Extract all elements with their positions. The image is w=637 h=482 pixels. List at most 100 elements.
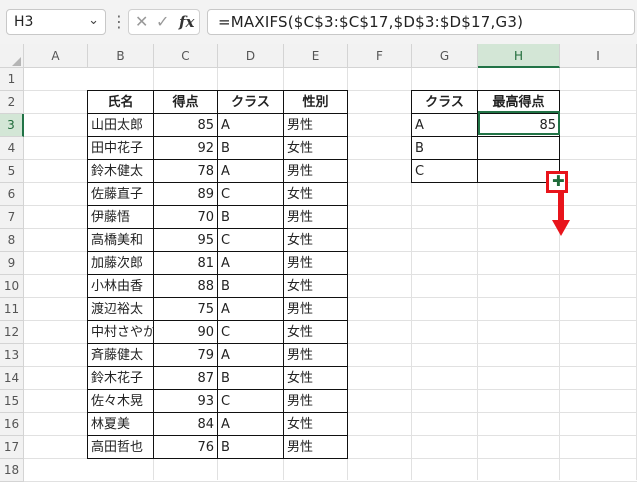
table-cell[interactable]: 女性: [283, 182, 348, 206]
enter-icon[interactable]: ✓: [156, 12, 169, 31]
table-cell[interactable]: B: [217, 274, 284, 298]
fill-handle-highlight[interactable]: ✚: [546, 171, 568, 193]
row-header-5[interactable]: 5: [0, 160, 24, 183]
table-cell[interactable]: 85: [153, 113, 218, 137]
table-header-cell[interactable]: 氏名: [87, 90, 154, 114]
row-header-10[interactable]: 10: [0, 275, 24, 298]
table-cell[interactable]: 81: [153, 251, 218, 275]
table-cell[interactable]: A: [217, 159, 284, 183]
column-header-e[interactable]: E: [284, 44, 348, 68]
table-cell[interactable]: 92: [153, 136, 218, 160]
table-cell[interactable]: C: [217, 389, 284, 413]
column-header-c[interactable]: C: [154, 44, 218, 68]
table-cell[interactable]: 佐々木晃: [87, 389, 154, 413]
table-cell[interactable]: A: [217, 251, 284, 275]
table-cell[interactable]: 76: [153, 435, 218, 459]
more-options-icon[interactable]: ⋮: [111, 12, 127, 32]
table-cell[interactable]: 加藤次郎: [87, 251, 154, 275]
table-cell[interactable]: A: [217, 412, 284, 436]
table-cell[interactable]: 鈴木健太: [87, 159, 154, 183]
table-cell[interactable]: 84: [153, 412, 218, 436]
table-cell[interactable]: 男性: [283, 159, 348, 183]
table-cell[interactable]: 男性: [283, 205, 348, 229]
table-cell[interactable]: 75: [153, 297, 218, 321]
table-cell[interactable]: 小林由香: [87, 274, 154, 298]
table-cell[interactable]: 89: [153, 182, 218, 206]
table-cell[interactable]: 90: [153, 320, 218, 344]
table-cell[interactable]: 79: [153, 343, 218, 367]
summary-cell[interactable]: [477, 136, 560, 160]
column-header-g[interactable]: G: [412, 44, 478, 68]
table-cell[interactable]: 87: [153, 366, 218, 390]
row-header-14[interactable]: 14: [0, 367, 24, 390]
table-cell[interactable]: 田中花子: [87, 136, 154, 160]
row-header-13[interactable]: 13: [0, 344, 24, 367]
row-header-3[interactable]: 3: [0, 114, 24, 137]
table-cell[interactable]: B: [217, 205, 284, 229]
row-header-17[interactable]: 17: [0, 436, 24, 459]
summary-cell[interactable]: B: [411, 136, 478, 160]
table-cell[interactable]: A: [217, 343, 284, 367]
table-cell[interactable]: 女性: [283, 228, 348, 252]
chevron-down-icon[interactable]: ⌄: [88, 13, 99, 28]
table-header-cell[interactable]: 性別: [283, 90, 348, 114]
row-header-8[interactable]: 8: [0, 229, 24, 252]
row-header-7[interactable]: 7: [0, 206, 24, 229]
column-header-f[interactable]: F: [348, 44, 412, 68]
summary-cell[interactable]: C: [411, 159, 478, 183]
table-cell[interactable]: 山田太郎: [87, 113, 154, 137]
table-cell[interactable]: 高橋美和: [87, 228, 154, 252]
table-cell[interactable]: 男性: [283, 343, 348, 367]
table-cell[interactable]: 女性: [283, 320, 348, 344]
column-header-b[interactable]: B: [88, 44, 154, 68]
table-cell[interactable]: 斉藤健太: [87, 343, 154, 367]
table-cell[interactable]: C: [217, 228, 284, 252]
table-cell[interactable]: C: [217, 182, 284, 206]
row-header-6[interactable]: 6: [0, 183, 24, 206]
table-cell[interactable]: 88: [153, 274, 218, 298]
table-cell[interactable]: 70: [153, 205, 218, 229]
insert-function-icon[interactable]: fx: [179, 13, 194, 31]
table-cell[interactable]: A: [217, 113, 284, 137]
table-header-cell[interactable]: 得点: [153, 90, 218, 114]
row-header-4[interactable]: 4: [0, 137, 24, 160]
row-header-18[interactable]: 18: [0, 459, 24, 482]
table-cell[interactable]: 女性: [283, 366, 348, 390]
table-cell[interactable]: 女性: [283, 136, 348, 160]
row-header-9[interactable]: 9: [0, 252, 24, 275]
table-cell[interactable]: 鈴木花子: [87, 366, 154, 390]
table-cell[interactable]: 男性: [283, 435, 348, 459]
select-all-corner[interactable]: [0, 44, 24, 68]
row-header-15[interactable]: 15: [0, 390, 24, 413]
column-header-a[interactable]: A: [24, 44, 88, 68]
column-header-d[interactable]: D: [218, 44, 284, 68]
fill-handle-icon[interactable]: ✚: [552, 172, 565, 190]
cancel-icon[interactable]: ✕: [135, 12, 148, 31]
table-cell[interactable]: 93: [153, 389, 218, 413]
table-cell[interactable]: 高田哲也: [87, 435, 154, 459]
table-cell[interactable]: B: [217, 435, 284, 459]
row-header-16[interactable]: 16: [0, 413, 24, 436]
table-cell[interactable]: 佐藤直子: [87, 182, 154, 206]
table-cell[interactable]: 男性: [283, 113, 348, 137]
row-header-2[interactable]: 2: [0, 91, 24, 114]
table-cell[interactable]: 中村さやか: [87, 320, 154, 344]
table-cell[interactable]: 男性: [283, 251, 348, 275]
summary-header-cell[interactable]: クラス: [411, 90, 478, 114]
table-cell[interactable]: 95: [153, 228, 218, 252]
table-cell[interactable]: 男性: [283, 297, 348, 321]
table-header-cell[interactable]: クラス: [217, 90, 284, 114]
table-cell[interactable]: 男性: [283, 389, 348, 413]
table-cell[interactable]: 林夏美: [87, 412, 154, 436]
column-header-i[interactable]: I: [560, 44, 637, 68]
row-header-12[interactable]: 12: [0, 321, 24, 344]
summary-cell[interactable]: A: [411, 113, 478, 137]
table-cell[interactable]: 渡辺裕太: [87, 297, 154, 321]
row-header-1[interactable]: 1: [0, 68, 24, 91]
table-cell[interactable]: 女性: [283, 412, 348, 436]
table-cell[interactable]: 女性: [283, 274, 348, 298]
column-header-h[interactable]: H: [478, 44, 560, 68]
table-cell[interactable]: B: [217, 136, 284, 160]
table-cell[interactable]: 78: [153, 159, 218, 183]
table-cell[interactable]: B: [217, 366, 284, 390]
